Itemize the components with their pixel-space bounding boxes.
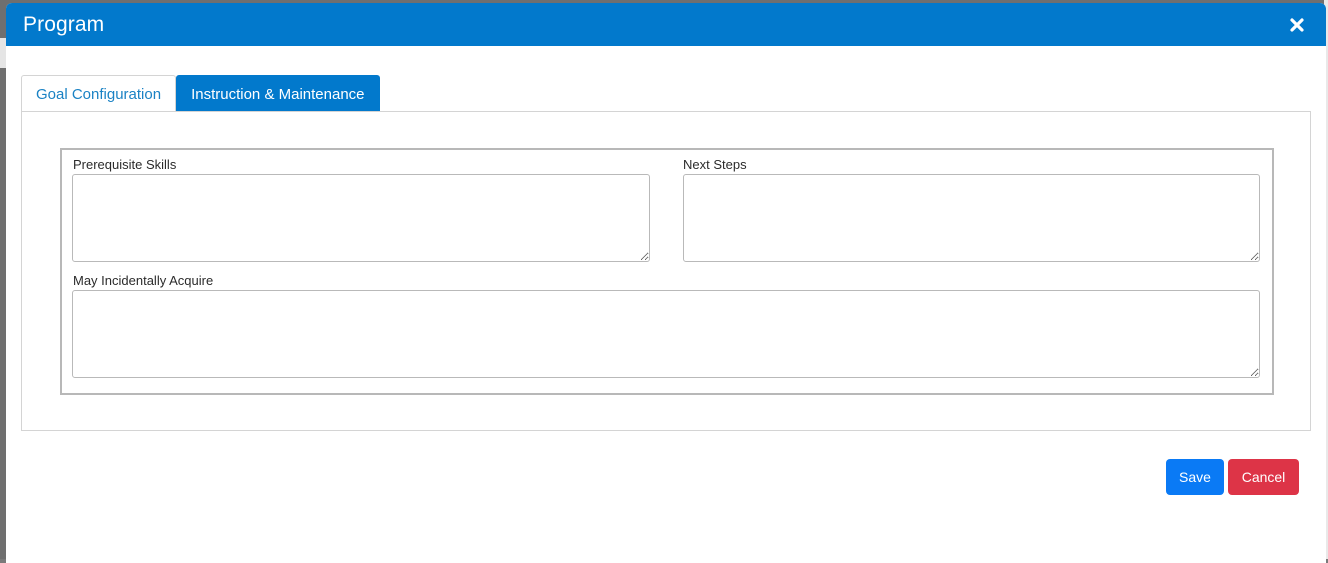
prerequisite-skills-field[interactable] xyxy=(72,174,650,262)
program-modal: Program Goal Configuration Instruction &… xyxy=(6,3,1326,563)
modal-header: Program xyxy=(6,3,1326,46)
close-icon[interactable] xyxy=(1286,14,1308,36)
may-incidentally-acquire-field[interactable] xyxy=(72,290,1260,378)
prerequisite-skills-label: Prerequisite Skills xyxy=(73,157,177,172)
tab-goal-configuration[interactable]: Goal Configuration xyxy=(21,75,177,112)
next-steps-label: Next Steps xyxy=(683,157,747,172)
tab-panel: Prerequisite Skills Next Steps May Incid… xyxy=(21,111,1311,431)
tab-bar: Goal Configuration Instruction & Mainten… xyxy=(21,75,380,112)
cancel-button[interactable]: Cancel xyxy=(1228,459,1299,495)
next-steps-field[interactable] xyxy=(683,174,1260,262)
tab-instruction-maintenance[interactable]: Instruction & Maintenance xyxy=(176,75,380,112)
modal-title: Program xyxy=(23,12,105,36)
save-button[interactable]: Save xyxy=(1166,459,1224,495)
instruction-form: Prerequisite Skills Next Steps May Incid… xyxy=(60,148,1274,395)
may-incidentally-acquire-label: May Incidentally Acquire xyxy=(73,273,214,288)
